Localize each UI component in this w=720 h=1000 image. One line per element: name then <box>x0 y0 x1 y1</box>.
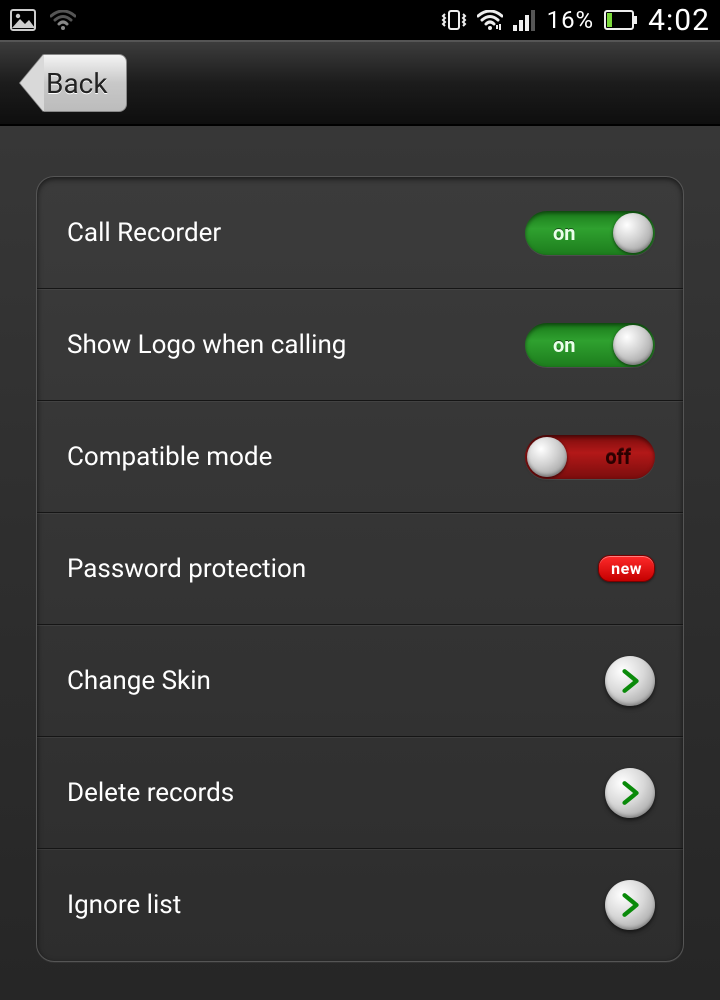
row-label: Show Logo when calling <box>67 330 525 360</box>
toggle-show-logo[interactable]: on <box>525 323 655 367</box>
battery-percent: 16% <box>547 6 595 34</box>
row-label: Delete records <box>67 778 605 808</box>
row-ignore-list[interactable]: Ignore list <box>37 849 683 961</box>
signal-icon <box>513 9 537 31</box>
row-label: Compatible mode <box>67 442 525 472</box>
row-label: Call Recorder <box>67 218 525 248</box>
row-label: Change Skin <box>67 666 605 696</box>
toggle-label: on <box>553 221 576 245</box>
vibrate-icon <box>441 8 467 32</box>
toggle-label: on <box>553 333 576 357</box>
nav-bar: Back <box>0 40 720 126</box>
back-button[interactable]: Back <box>20 54 127 112</box>
row-label: Ignore list <box>67 890 605 920</box>
toggle-label: off <box>605 445 631 469</box>
chevron-right-icon <box>617 892 643 918</box>
gallery-icon <box>10 9 36 31</box>
wifi-weak-icon <box>50 10 76 30</box>
wifi-icon <box>477 10 503 30</box>
toggle-knob <box>527 437 567 477</box>
settings-panel: Call Recorder on Show Logo when calling … <box>36 176 684 962</box>
row-change-skin[interactable]: Change Skin <box>37 625 683 737</box>
chevron-right-icon <box>617 780 643 806</box>
back-arrow-icon <box>20 54 44 112</box>
status-right: 16% 4:02 <box>441 3 710 38</box>
toggle-call-recorder[interactable]: on <box>525 211 655 255</box>
row-label: Password protection <box>67 554 598 584</box>
chevron-right-icon <box>617 668 643 694</box>
toggle-compatible-mode[interactable]: off <box>525 435 655 479</box>
toggle-knob <box>613 213 653 253</box>
row-password-protection[interactable]: Password protection new <box>37 513 683 625</box>
toggle-knob <box>613 325 653 365</box>
battery-icon <box>604 10 638 30</box>
row-call-recorder[interactable]: Call Recorder on <box>37 177 683 289</box>
row-show-logo[interactable]: Show Logo when calling on <box>37 289 683 401</box>
row-compatible-mode[interactable]: Compatible mode off <box>37 401 683 513</box>
go-button[interactable] <box>605 880 655 930</box>
new-badge: new <box>598 555 655 582</box>
back-button-label: Back <box>44 54 127 112</box>
status-bar: 16% 4:02 <box>0 0 720 40</box>
go-button[interactable] <box>605 768 655 818</box>
row-delete-records[interactable]: Delete records <box>37 737 683 849</box>
status-clock: 4:02 <box>648 3 710 38</box>
status-left <box>10 9 76 31</box>
go-button[interactable] <box>605 656 655 706</box>
